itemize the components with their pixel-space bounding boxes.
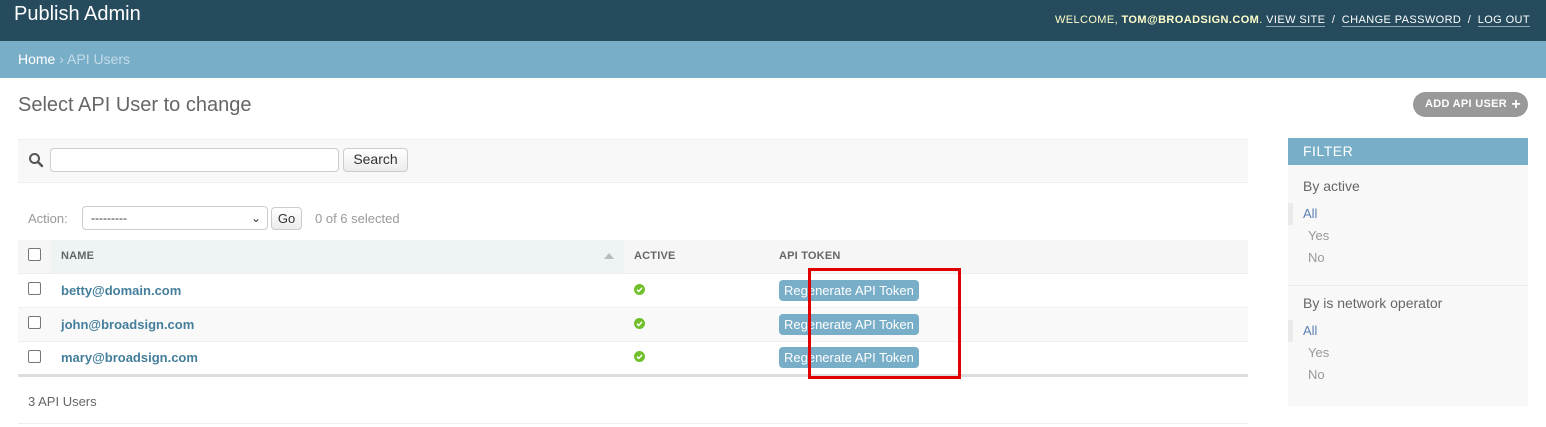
breadcrumb-current: API Users xyxy=(67,51,131,67)
select-all-checkbox[interactable] xyxy=(28,248,41,262)
active-check-icon xyxy=(634,283,645,295)
filter-group-title: By is network operator xyxy=(1303,295,1443,311)
go-button[interactable]: Go xyxy=(271,207,302,230)
active-check-icon xyxy=(634,351,645,362)
column-header-label: NAME xyxy=(61,250,95,263)
separator: / xyxy=(1331,14,1336,26)
site-brand[interactable]: Publish Admin xyxy=(14,3,141,26)
table-row: betty@domain.com Regenerate API Token xyxy=(18,273,1248,308)
filter-option-all[interactable]: All xyxy=(1288,203,1528,225)
column-header-active[interactable]: ACTIVE xyxy=(624,240,769,274)
column-header-label: ACTIVE xyxy=(634,250,676,263)
search-icon xyxy=(29,153,44,168)
filter-group-active: All Yes No xyxy=(1288,203,1528,269)
filter-option-no[interactable]: No xyxy=(1288,364,1528,386)
result-count: 3 API Users xyxy=(28,394,97,409)
plus-icon: + xyxy=(1511,96,1521,113)
chevron-down-icon: ⌄ xyxy=(250,211,261,225)
actions-bar: Action: --------- ⌄ Go 0 of 6 selected xyxy=(18,200,1248,236)
action-select[interactable]: --------- ⌄ xyxy=(82,206,268,230)
filter-group-title: By active xyxy=(1303,178,1360,194)
breadcrumb: Home › API Users xyxy=(0,41,1546,78)
filter-header: FILTER xyxy=(1288,138,1528,165)
paginator: 3 API Users xyxy=(18,381,1248,424)
selected-count: 0 of 6 selected xyxy=(315,211,400,226)
row-checkbox[interactable] xyxy=(28,316,41,329)
breadcrumb-separator: › xyxy=(59,51,64,67)
user-link[interactable]: john@broadsign.com xyxy=(61,317,194,332)
result-table: NAME ACTIVE API TOKEN betty@domain.com R… xyxy=(18,240,1248,377)
log-out-link[interactable]: LOG OUT xyxy=(1477,14,1530,27)
filter-group-network-operator: All Yes No xyxy=(1288,320,1528,386)
table-row: john@broadsign.com Regenerate API Token xyxy=(18,307,1248,342)
change-password-link[interactable]: CHANGE PASSWORD xyxy=(1341,14,1462,27)
user-tools: WELCOME, TOM@BROADSIGN.COM. VIEW SITE / … xyxy=(1054,14,1530,27)
column-header-label: API TOKEN xyxy=(779,250,841,263)
search-toolbar: Search xyxy=(18,139,1248,183)
separator: / xyxy=(1467,14,1472,26)
highlight-box xyxy=(808,268,961,379)
sort-ascending-icon[interactable] xyxy=(604,253,614,259)
header: Publish Admin WELCOME, TOM@BROADSIGN.COM… xyxy=(0,0,1546,41)
add-api-user-label: ADD API USER xyxy=(1425,98,1508,110)
breadcrumb-home-link[interactable]: Home xyxy=(18,51,55,67)
filter-option-yes[interactable]: Yes xyxy=(1288,225,1528,247)
row-checkbox[interactable] xyxy=(28,349,41,363)
column-header-name[interactable]: NAME xyxy=(51,240,624,274)
select-all-header xyxy=(18,240,51,274)
active-check-icon xyxy=(634,317,645,329)
table-row: mary@broadsign.com Regenerate API Token xyxy=(18,341,1248,377)
current-user: TOM@BROADSIGN.COM xyxy=(1121,14,1260,26)
user-link[interactable]: mary@broadsign.com xyxy=(61,350,198,365)
user-link[interactable]: betty@domain.com xyxy=(61,283,181,298)
row-checkbox[interactable] xyxy=(28,282,41,295)
search-button[interactable]: Search xyxy=(343,148,408,172)
add-api-user-button[interactable]: ADD API USER + xyxy=(1413,92,1528,117)
action-select-value: --------- xyxy=(91,211,127,225)
filter-panel: FILTER By active All Yes No By is networ… xyxy=(1288,138,1528,406)
filter-option-no[interactable]: No xyxy=(1288,247,1528,269)
page-title: Select API User to change xyxy=(18,94,252,116)
action-label: Action: xyxy=(28,211,68,226)
search-input[interactable] xyxy=(50,148,339,172)
filter-option-yes[interactable]: Yes xyxy=(1288,342,1528,364)
filter-option-all[interactable]: All xyxy=(1288,320,1528,342)
view-site-link[interactable]: VIEW SITE xyxy=(1266,14,1326,27)
welcome-text: WELCOME, xyxy=(1054,14,1119,26)
filter-divider xyxy=(1288,285,1528,286)
